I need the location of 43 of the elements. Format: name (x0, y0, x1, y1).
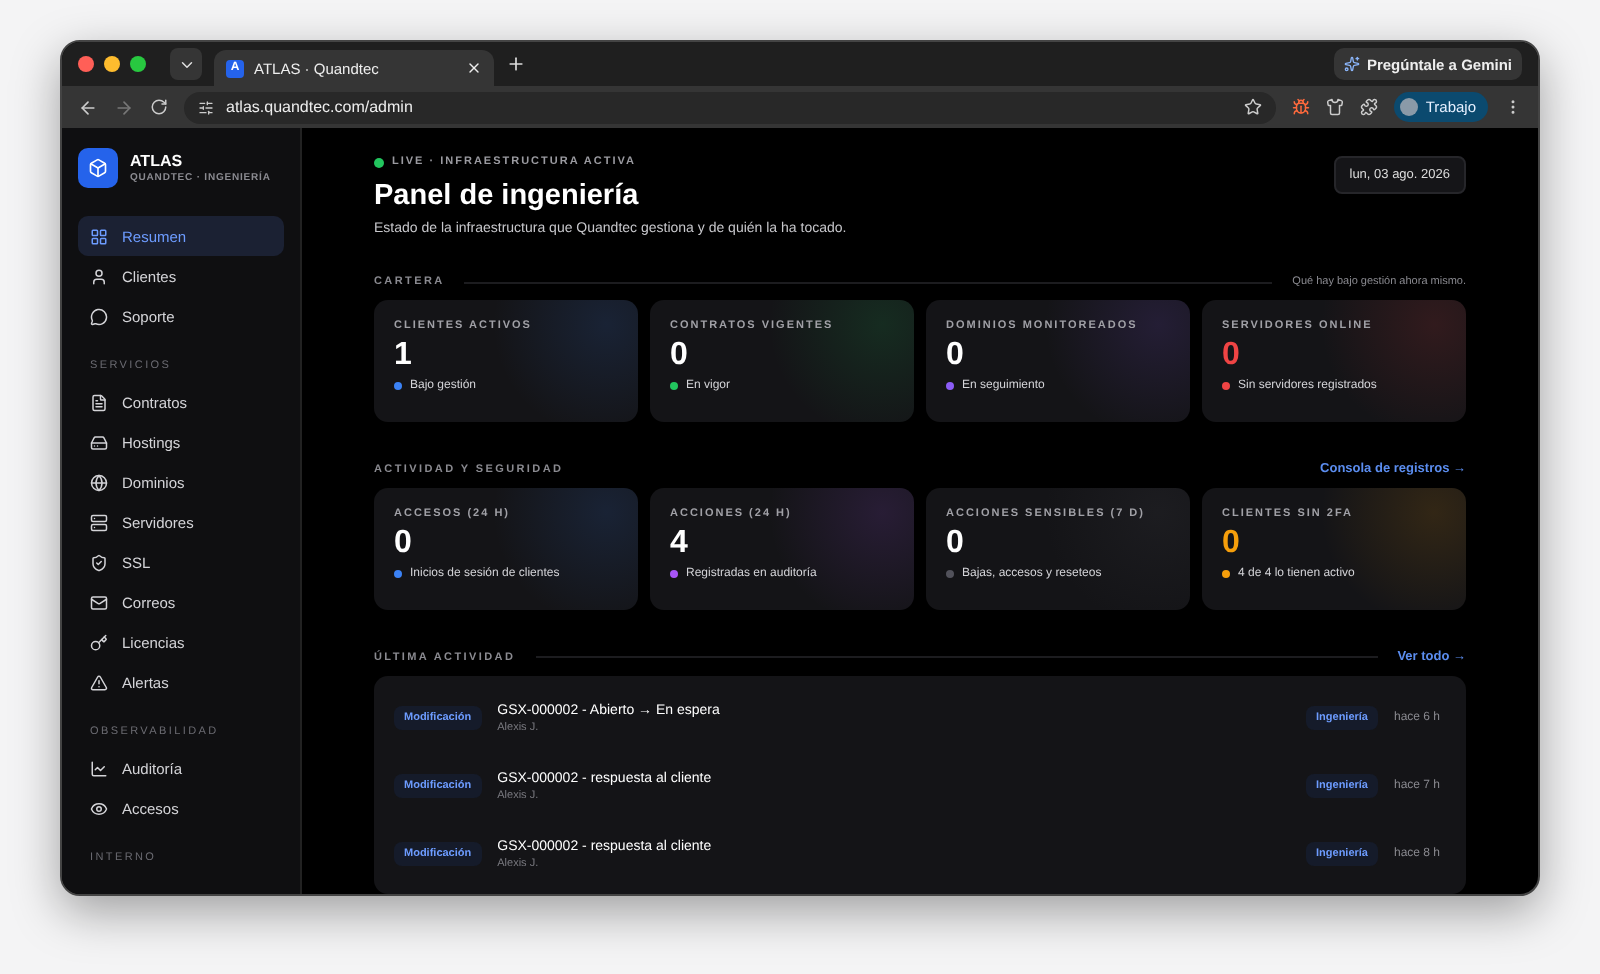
close-icon[interactable] (466, 60, 482, 76)
tab-list-button[interactable] (170, 48, 202, 80)
sparkle-icon (1344, 56, 1361, 72)
extension-icon[interactable] (1291, 98, 1310, 116)
sidebar-icon (90, 307, 108, 325)
sidebar-icon (90, 593, 108, 611)
site-settings-icon[interactable] (198, 99, 214, 115)
page-title: Panel de ingeniería (374, 180, 641, 212)
reload-icon[interactable] (150, 98, 168, 116)
bookmark-star-icon[interactable] (1243, 98, 1262, 116)
extensions-icon[interactable] (1359, 98, 1378, 116)
live-dot-icon (374, 157, 384, 167)
forward-icon[interactable] (114, 97, 134, 117)
avatar-icon (1399, 98, 1418, 116)
brand-name: ATLAS (130, 152, 185, 170)
sidebar-icon (90, 227, 108, 245)
new-tab-icon[interactable] (506, 54, 526, 74)
close-window-icon[interactable] (78, 56, 94, 72)
stat-value: 1 (394, 338, 414, 374)
back-icon[interactable] (78, 97, 98, 117)
sidebar-icon (90, 433, 108, 451)
sidebar-icon (90, 673, 108, 691)
sidebar-icon (90, 267, 108, 285)
zoom-window-icon[interactable] (130, 56, 146, 72)
url-text: atlas.quandtec.com/admin (226, 98, 415, 116)
stat-value: 0 (946, 526, 966, 562)
sidebar-icon (90, 513, 108, 531)
stat-value: 0 (670, 338, 690, 374)
logo-icon (78, 148, 118, 188)
sidebar-icon (90, 393, 108, 411)
stat-value: 0 (1222, 338, 1242, 374)
sidebar-icon (90, 473, 108, 491)
stat-value: 0 (1222, 526, 1242, 562)
address-bar[interactable]: atlas.quandtec.com/admin (184, 91, 1276, 123)
stat-value: 4 (670, 526, 690, 562)
minimize-window-icon[interactable] (104, 56, 120, 72)
extension-icon[interactable] (1325, 98, 1344, 116)
sidebar-icon (90, 633, 108, 651)
stat-value: 0 (946, 338, 966, 374)
sidebar-icon (90, 759, 108, 777)
stat-value: 0 (394, 526, 414, 562)
sidebar-icon (90, 799, 108, 817)
sidebar-icon (90, 553, 108, 571)
